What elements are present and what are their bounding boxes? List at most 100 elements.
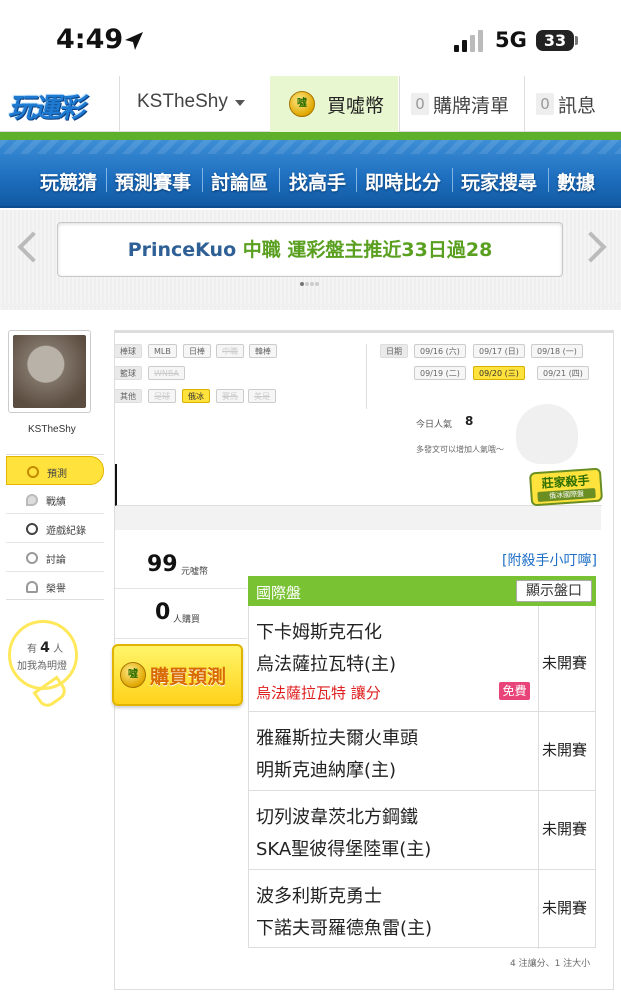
circle-icon [26, 523, 38, 535]
home-team: 下諾夫哥羅德魚雷(主) [256, 918, 433, 939]
match-status: 未開賽 [542, 899, 588, 917]
banner-expert-name: PrinceKuo [127, 239, 237, 261]
nav-item-data[interactable]: 數據 [557, 168, 595, 195]
popularity-hint: 多發文可以增加人氣哦～ [416, 445, 504, 454]
sidebar-item-record[interactable]: 戰績 [6, 485, 104, 514]
mascot-icon [516, 404, 578, 464]
coin-icon: 噓 [289, 91, 315, 117]
table-row[interactable]: 下卡姆斯克石化 烏法薩拉瓦特(主) 未開賽 烏法薩拉瓦特 讓分 免費 [248, 606, 596, 712]
messages-link[interactable]: 訊息 [558, 91, 596, 118]
filter-tag-nfl: 美足 [248, 389, 276, 403]
username-dropdown[interactable]: KSTheShy [137, 91, 228, 113]
buy-prediction-label[interactable]: 購買預測 [150, 662, 226, 689]
carousel-dot[interactable] [310, 282, 314, 286]
table-footer: 4 注讓分、1 注大小 [510, 959, 591, 969]
filter-tag-khl[interactable]: 俄冰 [182, 389, 210, 403]
site-logo[interactable]: 玩運彩 [8, 86, 101, 124]
chevron-down-icon[interactable] [235, 100, 245, 106]
section-divider [0, 303, 621, 313]
home-team: 烏法薩拉瓦特(主) [256, 654, 397, 675]
filter-tag-cpbl: 中職 [216, 344, 244, 358]
date-tag[interactable]: 09/16 (六) [414, 344, 466, 358]
killer-tips-link[interactable]: [附殺手小叮嚀] [502, 550, 597, 570]
nav-item-forum[interactable]: 討論區 [211, 168, 268, 195]
filter-tag-mlb[interactable]: MLB [148, 344, 177, 358]
filter-label-basketball: 籃球 [114, 366, 142, 380]
nav-divider [279, 168, 280, 192]
filter-tag-npb[interactable]: 日棒 [183, 344, 211, 358]
top-nav: 玩運彩 KSTheShy 噓 買噓幣 0 購牌清單 0 訊息 [0, 76, 621, 132]
nav-item-predict[interactable]: 預測賽事 [115, 168, 191, 195]
nav-divider [119, 76, 120, 132]
nav-item-player-search[interactable]: 玩家搜尋 [461, 168, 537, 195]
fan-count: 有 4 人 [26, 640, 64, 656]
match-status: 未開賽 [542, 820, 588, 838]
sidebar-item-game-log[interactable]: 遊戲紀錄 [6, 514, 104, 543]
filter-tag-wnba: WNBA [148, 366, 185, 380]
date-label: 日期 [380, 344, 408, 358]
buyers-unit: 人購買 [173, 615, 201, 625]
table-row[interactable]: 波多利斯克勇士 下諾夫哥羅德魚雷(主) 未開賽 [248, 870, 596, 949]
cart-link[interactable]: 購牌清單 [433, 91, 509, 118]
stats-divider [115, 638, 247, 639]
date-tag[interactable]: 09/17 (日) [473, 344, 525, 358]
sidebar-item-predict[interactable]: 預測 [6, 456, 104, 485]
home-team: SKA聖彼得堡陸軍(主) [256, 839, 432, 860]
buyers-value: 0 [155, 600, 171, 625]
date-tag-selected[interactable]: 09/20 (三) [473, 366, 525, 380]
chat-icon [26, 494, 38, 506]
away-team: 雅羅斯拉夫爾火車頭 [256, 728, 418, 749]
nav-divider [202, 168, 203, 192]
sidebar-item-discussion[interactable]: 討論 [6, 543, 104, 572]
battery-cap [575, 36, 578, 45]
buy-coins-label[interactable]: 買噓幣 [327, 91, 384, 118]
nav-divider [524, 76, 525, 132]
date-tag[interactable]: 09/18 (一) [531, 344, 583, 358]
message-count-badge: 0 [536, 93, 554, 115]
nav-item-live-score[interactable]: 即時比分 [365, 168, 441, 195]
table-row[interactable]: 雅羅斯拉夫爾火車頭 明斯克迪納摩(主) 未開賽 [248, 712, 596, 791]
nav-item-guess[interactable]: 玩競猜 [40, 168, 97, 195]
popularity-label: 今日人氣 [416, 420, 453, 430]
coin-icon: 噓 [120, 662, 146, 688]
date-tag[interactable]: 09/19 (二) [414, 366, 466, 380]
filter-divider [366, 344, 367, 409]
sidebar-item-label: 榮譽 [46, 584, 66, 595]
away-team: 切列波韋茨北方鋼鐵 [256, 807, 418, 828]
sidebar-item-honor[interactable]: 榮譽 [6, 572, 104, 601]
away-team: 下卡姆斯克石化 [256, 622, 382, 643]
sidebar-item-label: 討論 [46, 555, 66, 566]
nav-divider [399, 76, 400, 132]
dealer-killer-badge: 莊家殺手 俄冰國際盤 [528, 467, 604, 507]
banner-league: 中職 [242, 239, 281, 261]
sidebar-item-label: 預測 [47, 469, 67, 480]
nav-item-experts[interactable]: 找高手 [289, 168, 346, 195]
free-badge: 免費 [499, 682, 530, 700]
nav-divider [548, 168, 549, 192]
location-arrow-icon [125, 32, 143, 50]
sidebar-username: KSTheShy [28, 424, 76, 435]
prediction-pick: 烏法薩拉瓦特 讓分 [256, 684, 381, 702]
match-status: 未開賽 [542, 654, 588, 672]
filter-tag-soccer: 足球 [148, 389, 176, 403]
carousel-dot[interactable] [305, 282, 309, 286]
follow-me-link[interactable]: 加我為明燈 [17, 657, 67, 672]
filter-tag-kbo[interactable]: 韓棒 [249, 344, 277, 358]
table-title: 國際盤 [256, 584, 302, 602]
price-unit: 元噓幣 [181, 567, 209, 577]
date-tag[interactable]: 09/21 (四) [537, 366, 589, 380]
popularity-value: 8 [465, 414, 474, 428]
filter-tag-horse: 賽馬 [216, 389, 244, 403]
carousel-dot[interactable] [315, 282, 319, 286]
banner-slide[interactable]: PrinceKuo 中職 運彩盤主推近33日過28 [57, 222, 563, 277]
avatar[interactable] [8, 330, 91, 413]
table-row[interactable]: 切列波韋茨北方鋼鐵 SKA聖彼得堡陸軍(主) 未開賽 [248, 791, 596, 870]
nav-divider [356, 168, 357, 192]
carousel-dot-active[interactable] [300, 282, 304, 286]
match-status: 未開賽 [542, 741, 588, 759]
signal-icon [454, 30, 486, 52]
filter-label-other: 其他 [114, 389, 142, 403]
show-odds-button[interactable]: 顯示盤口 [516, 580, 592, 602]
away-team: 波多利斯克勇士 [256, 886, 382, 907]
banner-text: 運彩盤主推近33日過28 [287, 239, 493, 261]
